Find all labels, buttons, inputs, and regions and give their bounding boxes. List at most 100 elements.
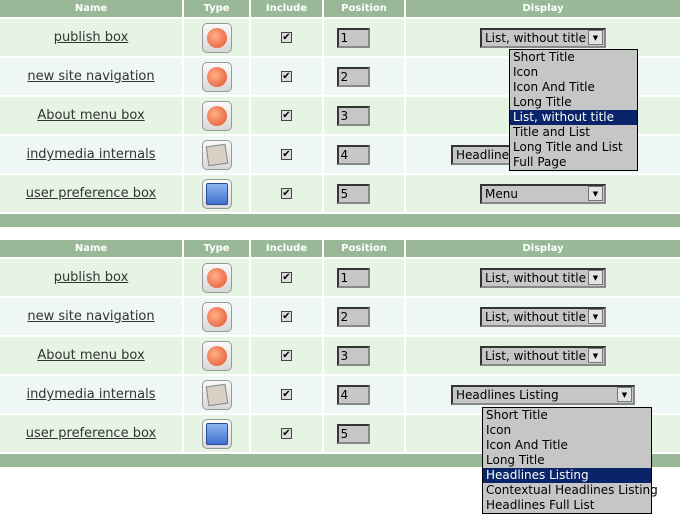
position-input[interactable]: 4 [336, 144, 370, 165]
dropdown-option[interactable]: Long Title [510, 95, 637, 110]
dropdown-option[interactable]: Icon And Title [483, 438, 651, 453]
include-cell: ✔ [251, 298, 324, 335]
type-cell [184, 136, 251, 173]
position-input[interactable]: 3 [336, 105, 370, 126]
dropdown-option[interactable]: Headlines Full List [483, 498, 651, 513]
display-select[interactable]: Menu ▼ [480, 183, 606, 204]
dropdown-option[interactable]: Short Title [510, 50, 637, 65]
dropdown-option[interactable]: Headlines Listing [483, 468, 651, 483]
display-cell: List, without title ▼ [406, 259, 680, 296]
include-cell: ✔ [251, 19, 324, 56]
type-button[interactable] [201, 418, 232, 449]
include-checkbox[interactable]: ✔ [281, 389, 292, 400]
chevron-down-icon[interactable]: ▼ [617, 387, 632, 402]
display-select-value: List, without title [485, 30, 586, 45]
display-dropdown-list-1[interactable]: Short Title Icon Icon And Title Long Title L… [509, 49, 638, 171]
type-button[interactable] [201, 301, 232, 332]
table-row: new site navigation ✔ 2 List, without title… [0, 296, 680, 335]
display-cell: List, without title ▼ [406, 298, 680, 335]
chevron-down-icon[interactable]: ▼ [588, 270, 603, 285]
header-display: Display [522, 3, 564, 14]
name-cell: publish box [0, 259, 184, 296]
include-cell: ✔ [251, 58, 324, 95]
dropdown-option[interactable]: Icon And Title [510, 80, 637, 95]
box-name-link[interactable]: indymedia internals [26, 387, 155, 402]
type-cell [184, 175, 251, 212]
type-button[interactable] [201, 178, 232, 209]
type-button[interactable] [201, 139, 232, 170]
header-type: Type [184, 0, 251, 17]
position-cell: 1 [324, 259, 406, 296]
dropdown-option[interactable]: List, without title [510, 110, 637, 125]
type-cell [184, 298, 251, 335]
dropdown-option[interactable]: Contextual Headlines Listing [483, 483, 658, 498]
dropdown-option[interactable]: Title and List [510, 125, 637, 140]
type-button[interactable] [201, 22, 232, 53]
include-checkbox[interactable]: ✔ [281, 188, 292, 199]
type-cell [184, 337, 251, 374]
dropdown-option[interactable]: Short Title [483, 408, 651, 423]
display-dropdown-list-2[interactable]: Short Title Icon Icon And Title Long Title H… [482, 407, 658, 514]
include-checkbox[interactable]: ✔ [281, 71, 292, 82]
position-input[interactable]: 2 [336, 306, 370, 327]
position-cell: 3 [324, 337, 406, 374]
display-select-value: Headlines Listing [456, 387, 559, 402]
display-select[interactable]: List, without title ▼ [480, 27, 606, 48]
box-name-link[interactable]: new site navigation [27, 309, 154, 324]
type-button[interactable] [201, 100, 232, 131]
box-name-link[interactable]: publish box [54, 270, 129, 285]
chevron-down-icon[interactable]: ▼ [588, 348, 603, 363]
dropdown-option[interactable]: Full Page [510, 155, 637, 170]
position-cell: 4 [324, 136, 406, 173]
display-select[interactable]: Headlines Listing ▼ [451, 384, 635, 405]
box-name-link[interactable]: user preference box [26, 186, 156, 201]
box-name-link[interactable]: indymedia internals [26, 147, 155, 162]
position-cell: 4 [324, 376, 406, 413]
type-button[interactable] [201, 340, 232, 371]
include-cell: ✔ [251, 259, 324, 296]
chevron-down-icon[interactable]: ▼ [588, 186, 603, 201]
position-input[interactable]: 4 [336, 384, 370, 405]
display-select[interactable]: List, without title ▼ [480, 345, 606, 366]
position-input[interactable]: 1 [336, 27, 370, 48]
dropdown-option[interactable]: Long Title [483, 453, 651, 468]
position-input[interactable]: 5 [336, 423, 370, 444]
box-name-link[interactable]: About menu box [37, 348, 144, 363]
include-checkbox[interactable]: ✔ [281, 110, 292, 121]
chevron-down-icon[interactable]: ▼ [588, 309, 603, 324]
display-select[interactable]: List, without title ▼ [480, 267, 606, 288]
table-header: Name Type Include Position Display [0, 0, 680, 17]
position-input[interactable]: 3 [336, 345, 370, 366]
type-button[interactable] [201, 262, 232, 293]
header-name: Name [0, 0, 184, 17]
dropdown-option[interactable]: Icon [510, 65, 637, 80]
display-select-value: List, without title [485, 348, 586, 363]
type-button[interactable] [201, 379, 232, 410]
user-icon [205, 422, 228, 445]
dropdown-option[interactable]: Long Title and List [510, 140, 637, 155]
include-checkbox[interactable]: ✔ [281, 428, 292, 439]
type-button[interactable] [201, 61, 232, 92]
box-name-link[interactable]: publish box [54, 30, 129, 45]
display-select-value: List, without title [485, 309, 586, 324]
table-row: user preference box ✔ 5 Menu ▼ [0, 173, 680, 212]
include-checkbox[interactable]: ✔ [281, 32, 292, 43]
display-cell: Menu ▼ [406, 175, 680, 212]
include-checkbox[interactable]: ✔ [281, 350, 292, 361]
box-name-link[interactable]: About menu box [37, 108, 144, 123]
include-cell: ✔ [251, 97, 324, 134]
chevron-down-icon[interactable]: ▼ [588, 30, 603, 45]
include-cell: ✔ [251, 337, 324, 374]
include-checkbox[interactable]: ✔ [281, 272, 292, 283]
box-name-link[interactable]: user preference box [26, 426, 156, 441]
dropdown-option[interactable]: Icon [483, 423, 651, 438]
position-input[interactable]: 1 [336, 267, 370, 288]
include-checkbox[interactable]: ✔ [281, 311, 292, 322]
box-name-link[interactable]: new site navigation [27, 69, 154, 84]
display-select[interactable]: List, without title ▼ [480, 306, 606, 327]
name-cell: user preference box [0, 175, 184, 212]
header-include: Include [251, 240, 324, 257]
position-input[interactable]: 5 [336, 183, 370, 204]
position-input[interactable]: 2 [336, 66, 370, 87]
include-checkbox[interactable]: ✔ [281, 149, 292, 160]
